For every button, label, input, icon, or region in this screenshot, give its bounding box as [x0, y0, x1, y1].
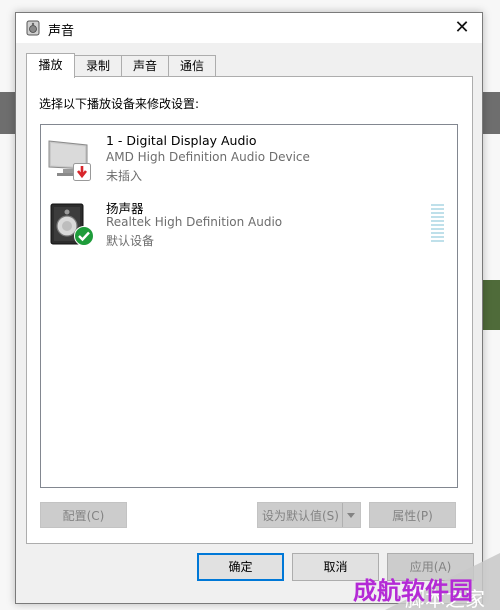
ok-button[interactable]: 确定: [197, 553, 284, 581]
unplugged-arrow-icon: [73, 163, 91, 181]
device-status: 未插入: [106, 169, 143, 183]
tab-communications[interactable]: 通信: [168, 55, 216, 77]
configure-button[interactable]: 配置(C): [40, 502, 127, 528]
set-default-button[interactable]: 设为默认值(S): [257, 502, 361, 528]
device-description: Realtek High Definition Audio: [106, 215, 283, 229]
speaker-app-icon: [26, 20, 40, 36]
close-icon: ✕: [454, 17, 470, 38]
list-item[interactable]: 1 - Digital Display Audio AMD High Defin…: [41, 129, 457, 189]
title-bar: 声音 ✕: [16, 13, 482, 43]
device-name: 1 - Digital Display Audio: [106, 133, 257, 148]
background-thumbnail: [480, 280, 500, 330]
properties-button[interactable]: 属性(P): [369, 502, 456, 528]
tab-sounds[interactable]: 声音: [121, 55, 169, 77]
list-item[interactable]: 扬声器 Realtek High Definition Audio 默认设备: [41, 194, 457, 254]
close-button[interactable]: ✕: [442, 13, 482, 43]
set-default-label: 设为默认值(S): [262, 509, 339, 523]
chevron-down-icon[interactable]: [342, 503, 360, 527]
playback-panel: 选择以下播放设备来修改设置: 1 - Digital Display Audio…: [26, 76, 473, 544]
instruction-text: 选择以下播放设备来修改设置:: [39, 97, 200, 111]
volume-level-meter: [431, 204, 444, 246]
default-check-icon: [74, 226, 94, 246]
tab-recording[interactable]: 录制: [74, 55, 122, 77]
device-status: 默认设备: [106, 234, 155, 248]
window-title: 声音: [48, 24, 75, 39]
sound-dialog: 声音 ✕ 播放 录制 声音 通信 选择以下播放设备来修改设置: 1 - Digi…: [15, 12, 483, 604]
watermark-text: 成航软件园: [353, 577, 473, 605]
device-description: AMD High Definition Audio Device: [106, 150, 310, 164]
device-list[interactable]: 1 - Digital Display Audio AMD High Defin…: [40, 124, 458, 488]
tab-playback[interactable]: 播放: [26, 53, 75, 78]
